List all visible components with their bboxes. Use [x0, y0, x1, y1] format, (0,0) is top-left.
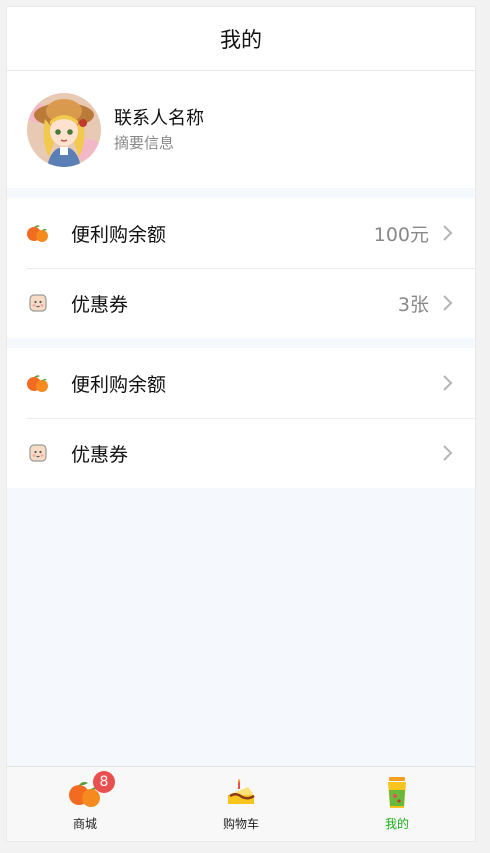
cake-icon: [221, 775, 261, 811]
phone-screen: 我的 联系人名称 摘要信息 便利购余额 100元 优惠券 3张 便利购余额 优惠…: [6, 6, 476, 842]
avatar-illustration-icon: [27, 92, 101, 167]
coupon-value: 3张: [397, 293, 429, 316]
tab-bar: 8 商城 购物车 我的: [7, 766, 475, 841]
profile-card[interactable]: 联系人名称 摘要信息: [7, 71, 475, 188]
tab-shop[interactable]: 8 商城: [7, 767, 163, 841]
tangerines-icon: 8: [65, 771, 115, 811]
tab-label-shop: 商城: [72, 817, 97, 831]
cart-count-badge: 8: [93, 771, 115, 793]
balance-row[interactable]: 便利购余额 100元: [7, 198, 475, 268]
chevron-right-icon: [443, 295, 453, 311]
balance-label: 便利购余额: [71, 223, 167, 246]
tab-mine[interactable]: 我的: [319, 767, 475, 841]
menu-group-1: 便利购余额 100元 优惠券 3张: [7, 198, 475, 338]
summary-info: 摘要信息: [114, 133, 175, 152]
navigation-bar: 我的: [7, 7, 475, 71]
chevron-right-icon: [443, 375, 453, 391]
tab-cart[interactable]: 购物车: [163, 767, 319, 841]
contact-name: 联系人名称: [114, 107, 204, 129]
coupon-label: 优惠券: [71, 443, 129, 466]
tangerine-icon: [25, 220, 51, 246]
chevron-right-icon: [443, 225, 453, 241]
balance-label: 便利购余额: [71, 373, 167, 396]
drink-cup-icon: [377, 775, 417, 811]
profile-text: 联系人名称 摘要信息: [114, 106, 204, 154]
tangerine-icon: [25, 370, 51, 396]
avatar: [27, 92, 101, 167]
coupon-face-icon: [25, 440, 51, 466]
tab-label-cart: 购物车: [222, 817, 259, 831]
menu-group-2: 便利购余额 优惠券: [7, 348, 475, 488]
coupon-face-icon: [25, 290, 51, 316]
balance-value: 100元: [373, 223, 429, 246]
chevron-right-icon: [443, 445, 453, 461]
coupon-label: 优惠券: [71, 293, 129, 316]
coupon-row[interactable]: 优惠券: [7, 418, 475, 488]
balance-row[interactable]: 便利购余额: [7, 348, 475, 418]
page-title: 我的: [220, 27, 262, 52]
tab-label-mine: 我的: [384, 817, 409, 831]
coupon-row[interactable]: 优惠券 3张: [7, 268, 475, 338]
